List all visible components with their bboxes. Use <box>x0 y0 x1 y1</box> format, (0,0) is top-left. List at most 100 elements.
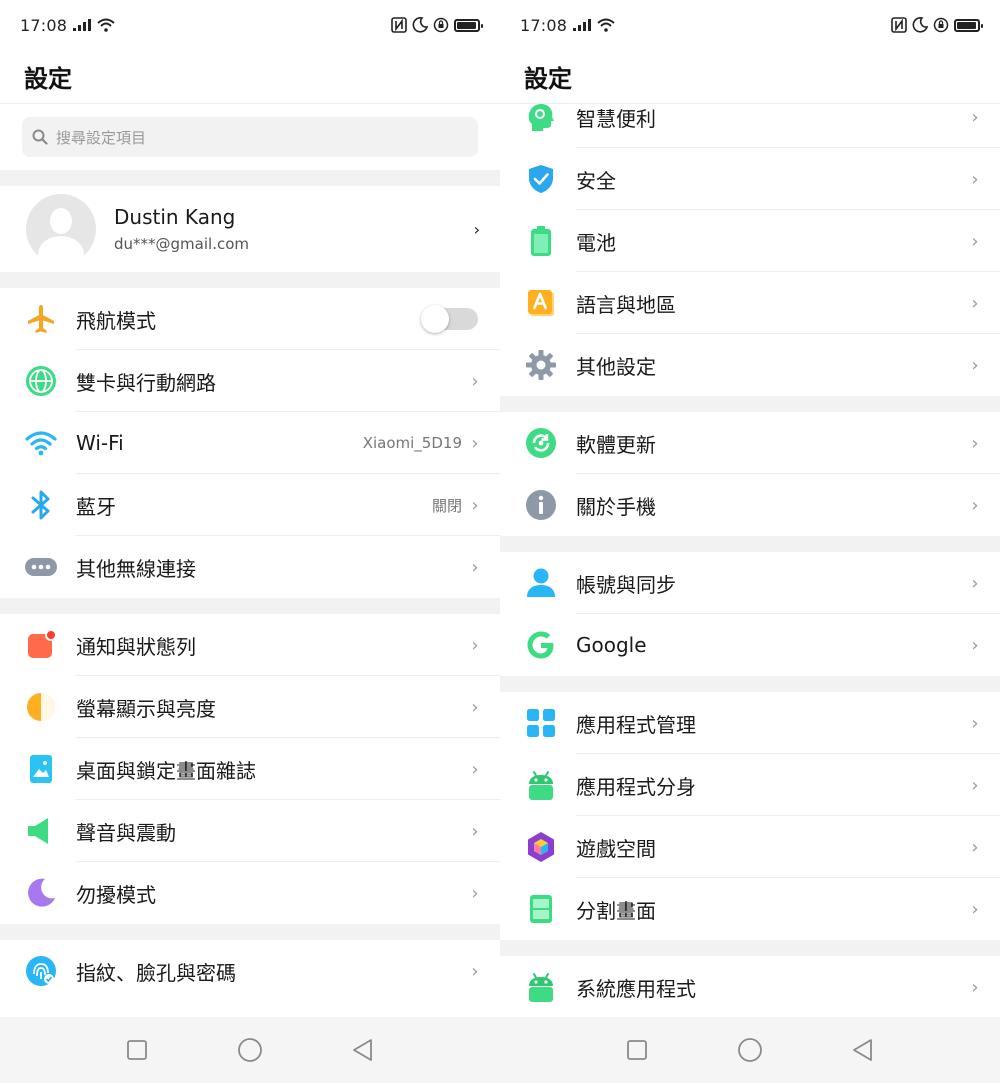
settings-item-fingerprint[interactable]: 指紋、臉孔與密碼 › <box>0 940 500 1002</box>
settings-item-label: 勿擾模式 <box>76 882 156 907</box>
settings-item-sound[interactable]: 聲音與震動 › <box>0 800 500 862</box>
settings-item-about[interactable]: 關於手機 › <box>500 474 1000 536</box>
chevron-right-icon: › <box>971 494 979 516</box>
moon-icon <box>24 876 58 910</box>
battery-status-icon <box>954 18 983 32</box>
settings-item-system-apps[interactable]: 系統應用程式 › <box>500 956 1000 1017</box>
chevron-right-icon: › <box>971 106 979 128</box>
settings-item-other-settings[interactable]: 其他設定 › <box>500 334 1000 396</box>
chevron-right-icon: › <box>471 820 479 842</box>
settings-item-dnd[interactable]: 勿擾模式 › <box>0 862 500 924</box>
split-screen-icon <box>524 892 558 926</box>
settings-item-software-update[interactable]: 軟體更新 › <box>500 412 1000 474</box>
search-container: 搜尋設定項目 <box>0 104 500 170</box>
home-button[interactable] <box>236 1036 264 1064</box>
brightness-icon <box>24 690 58 724</box>
recent-apps-button[interactable] <box>623 1036 651 1064</box>
settings-item-battery[interactable]: 電池 › <box>500 210 1000 272</box>
toggle-knob <box>421 305 449 333</box>
settings-item-dual-sim[interactable]: 雙卡與行動網路 › <box>0 350 500 412</box>
chevron-right-icon: › <box>971 976 979 998</box>
more-dots-icon <box>24 550 58 584</box>
airplane-mode-toggle[interactable] <box>421 305 478 333</box>
chevron-right-icon: › <box>971 634 979 656</box>
settings-item-label: 關於手機 <box>576 494 656 519</box>
cellular-signal-icon <box>573 19 592 31</box>
status-time: 17:08 <box>520 15 568 35</box>
android-icon <box>524 768 558 802</box>
wifi-icon <box>24 426 58 460</box>
settings-item-label: 語言與地區 <box>576 292 676 317</box>
settings-item-label: 其他設定 <box>576 354 656 379</box>
section-divider <box>500 536 1000 552</box>
settings-item-accounts[interactable]: 帳號與同步 › <box>500 552 1000 614</box>
rotation-lock-icon <box>933 17 949 33</box>
globe-icon <box>24 364 58 398</box>
settings-item-bluetooth[interactable]: 藍牙 關閉 › <box>0 474 500 536</box>
search-placeholder: 搜尋設定項目 <box>56 128 147 147</box>
nfc-icon <box>891 17 907 33</box>
settings-item-label: 通知與狀態列 <box>76 634 196 659</box>
home-button[interactable] <box>736 1036 764 1064</box>
settings-item-other-wireless[interactable]: 其他無線連接 › <box>0 536 500 598</box>
settings-screen-left: 17:08 設定 搜尋設定項目 Dustin Kang du***@gmail.… <box>0 0 500 1083</box>
settings-item-label: Google <box>576 633 647 657</box>
avatar <box>26 194 96 264</box>
settings-item-label: 應用程式分身 <box>576 774 696 799</box>
chevron-right-icon: › <box>471 758 479 780</box>
settings-item-label: 軟體更新 <box>576 432 656 457</box>
chevron-right-icon: › <box>471 882 479 904</box>
google-icon <box>524 628 558 662</box>
section-divider <box>0 272 500 288</box>
settings-item-game-space[interactable]: 遊戲空間 › <box>500 816 1000 878</box>
chevron-right-icon: › <box>971 774 979 796</box>
page-title: 設定 <box>0 50 500 104</box>
settings-list-right[interactable]: 智慧便利 › 安全 › 電池 › 語言與地區 › 其他設定 › 軟體更新 › 關於手機 › 帳號與同步 › Go… <box>500 104 1000 1017</box>
settings-list-left[interactable]: 搜尋設定項目 Dustin Kang du***@gmail.com › 飛航模… <box>0 104 500 1017</box>
settings-item-wifi[interactable]: Wi-Fi Xiaomi_5D19 › <box>0 412 500 474</box>
status-bar: 17:08 <box>500 0 1000 50</box>
profile-name: Dustin Kang <box>114 205 236 229</box>
cellular-signal-icon <box>73 19 92 31</box>
settings-item-airplane[interactable]: 飛航模式 <box>0 288 500 350</box>
back-button[interactable] <box>349 1036 377 1064</box>
chevron-right-icon: › <box>471 634 479 656</box>
settings-item-security[interactable]: 安全 › <box>500 148 1000 210</box>
settings-item-label: 藍牙 <box>76 494 116 519</box>
settings-item-split-screen[interactable]: 分割畫面 › <box>500 878 1000 940</box>
settings-item-label: 雙卡與行動網路 <box>76 370 216 395</box>
account-profile[interactable]: Dustin Kang du***@gmail.com › <box>0 186 500 272</box>
wallpaper-icon <box>24 752 58 786</box>
airplane-icon <box>24 302 58 336</box>
settings-item-language[interactable]: 語言與地區 › <box>500 272 1000 334</box>
profile-email: du***@gmail.com <box>114 235 249 253</box>
navigation-bar <box>500 1017 1000 1083</box>
battery-icon <box>524 224 558 258</box>
settings-item-wallpaper[interactable]: 桌面與鎖定畫面雜誌 › <box>0 738 500 800</box>
rotation-lock-icon <box>433 17 449 33</box>
settings-item-notifications[interactable]: 通知與狀態列 › <box>0 614 500 676</box>
speaker-icon <box>24 814 58 848</box>
settings-item-app-manager[interactable]: 應用程式管理 › <box>500 692 1000 754</box>
settings-item-app-clone[interactable]: 應用程式分身 › <box>500 754 1000 816</box>
back-button[interactable] <box>849 1036 877 1064</box>
recent-apps-button[interactable] <box>123 1036 151 1064</box>
status-bar: 17:08 <box>0 0 500 50</box>
chevron-right-icon: › <box>471 432 479 454</box>
settings-item-smart[interactable]: 智慧便利 › <box>500 104 1000 148</box>
settings-item-label: 螢幕顯示與亮度 <box>76 696 216 721</box>
settings-item-display[interactable]: 螢幕顯示與亮度 › <box>0 676 500 738</box>
settings-item-google[interactable]: Google › <box>500 614 1000 676</box>
game-cube-icon <box>524 830 558 864</box>
navigation-bar <box>0 1017 500 1083</box>
section-divider <box>500 676 1000 692</box>
search-input[interactable]: 搜尋設定項目 <box>22 117 478 157</box>
fingerprint-icon <box>24 954 58 988</box>
settings-item-label: 帳號與同步 <box>576 572 676 597</box>
chevron-right-icon: › <box>471 556 479 578</box>
dnd-status-icon <box>412 17 428 33</box>
settings-item-label: 分割畫面 <box>576 898 656 923</box>
settings-item-value: Xiaomi_5D19 <box>362 434 462 452</box>
dnd-status-icon <box>912 17 928 33</box>
section-divider <box>500 396 1000 412</box>
